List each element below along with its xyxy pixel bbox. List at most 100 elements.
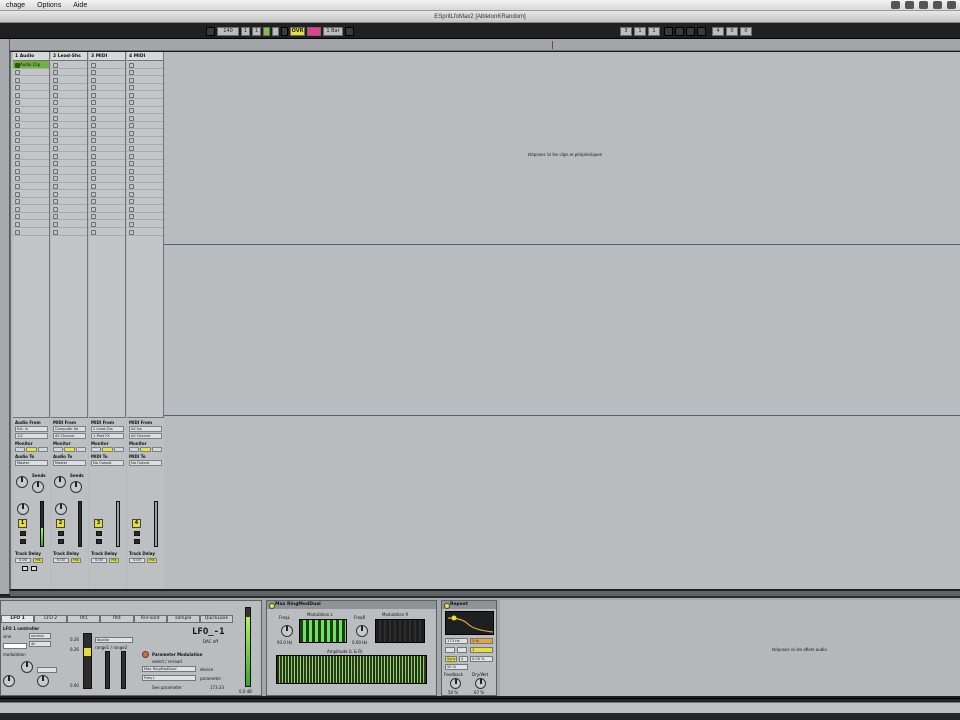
- clip-slot[interactable]: [127, 145, 163, 153]
- lfo-value-field[interactable]: [37, 667, 57, 673]
- clip-slot[interactable]: [13, 175, 49, 183]
- tab-lfo-1[interactable]: LFO 1: [1, 615, 35, 623]
- monitor-auto[interactable]: [26, 447, 37, 452]
- punch-in-icon[interactable]: [664, 27, 673, 36]
- clip-slot[interactable]: [127, 137, 163, 145]
- monitor-off[interactable]: [75, 447, 86, 452]
- param-mod-led[interactable]: [142, 651, 149, 658]
- clip-slot[interactable]: [89, 198, 125, 206]
- fader-handle[interactable]: [84, 648, 91, 656]
- clip-slot[interactable]: [51, 84, 87, 92]
- track-activator[interactable]: 4: [132, 519, 141, 528]
- input-channel-select[interactable]: All Channe: [129, 433, 162, 439]
- io-toggle-a[interactable]: [22, 566, 28, 571]
- lfo-phase-knob[interactable]: [37, 675, 49, 687]
- monitor-auto[interactable]: [102, 447, 113, 452]
- punch-out-icon[interactable]: [686, 27, 695, 36]
- clip-slot[interactable]: [127, 167, 163, 175]
- clip-slot[interactable]: [127, 183, 163, 191]
- monitor-off[interactable]: [151, 447, 162, 452]
- solo-button[interactable]: [134, 531, 140, 536]
- arm-button[interactable]: [20, 539, 26, 544]
- clip-slot[interactable]: [89, 84, 125, 92]
- clip-slot[interactable]: [51, 228, 87, 236]
- clip-slot[interactable]: [13, 213, 49, 221]
- monitor-off[interactable]: [37, 447, 48, 452]
- clip-slot[interactable]: [13, 167, 49, 175]
- clip-slot[interactable]: [89, 114, 125, 122]
- input-type-select[interactable]: Computer Ke: [53, 426, 86, 432]
- clip-slot[interactable]: [89, 76, 125, 84]
- solo-button[interactable]: [58, 531, 64, 536]
- metronome-icon[interactable]: [697, 27, 706, 36]
- monitor-auto[interactable]: [140, 447, 151, 452]
- clip-slot[interactable]: [89, 167, 125, 175]
- signature-denominator[interactable]: 1: [252, 27, 261, 36]
- clip-slot[interactable]: [51, 167, 87, 175]
- display-icon[interactable]: [891, 1, 900, 9]
- quantize-select[interactable]: 1 Bar: [323, 27, 343, 36]
- clip-slot[interactable]: [89, 107, 125, 115]
- track-delay-field[interactable]: 0.00: [53, 558, 69, 563]
- input-type-select[interactable]: Ext. In: [15, 426, 48, 432]
- arm-button[interactable]: [96, 539, 102, 544]
- clip-slot[interactable]: [127, 122, 163, 130]
- repeat-count-field[interactable]: 1: [470, 647, 493, 653]
- clip-slot[interactable]: [127, 190, 163, 198]
- tab-sample[interactable]: sample: [166, 615, 200, 623]
- tab-lfo-2[interactable]: LFO 2: [34, 615, 68, 623]
- record-icon[interactable]: [281, 27, 288, 36]
- clip-slot[interactable]: [13, 220, 49, 229]
- clip-slot[interactable]: [13, 107, 49, 115]
- clip-slot[interactable]: [89, 152, 125, 160]
- clip-slot[interactable]: [89, 228, 125, 236]
- automation-arm-button[interactable]: [307, 27, 321, 36]
- battery-icon[interactable]: [933, 1, 942, 9]
- menu-item-view[interactable]: chage: [6, 2, 25, 9]
- clip-slot[interactable]: [51, 190, 87, 198]
- tab-rt1[interactable]: Rt1: [67, 615, 101, 623]
- clip-slot[interactable]: [13, 99, 49, 107]
- clip-slot[interactable]: [127, 91, 163, 99]
- bluetooth-icon[interactable]: [905, 1, 914, 9]
- clip-slot[interactable]: [89, 220, 125, 229]
- send-a-knob[interactable]: [16, 476, 28, 488]
- clip-slot[interactable]: [51, 160, 87, 168]
- clip-slot[interactable]: [89, 183, 125, 191]
- loop-length-sixteenths[interactable]: 0: [740, 27, 752, 36]
- clip-slot[interactable]: [89, 137, 125, 145]
- loop-icon[interactable]: [675, 27, 684, 36]
- clip-slot[interactable]: [127, 114, 163, 122]
- play-icon[interactable]: [263, 27, 270, 36]
- clip-slot[interactable]: [89, 69, 125, 77]
- clip-slot[interactable]: [51, 137, 87, 145]
- repeat-small-a[interactable]: [445, 647, 455, 653]
- repeat-percent2-field[interactable]: 50 %: [445, 664, 468, 670]
- clip-slot[interactable]: [51, 129, 87, 137]
- clip-slot[interactable]: [89, 175, 125, 183]
- clip-slot[interactable]: [127, 220, 163, 229]
- track-delay-unit[interactable]: ms: [33, 558, 43, 563]
- lfo-offset-knob[interactable]: [3, 675, 15, 687]
- track-activator[interactable]: 1: [18, 519, 27, 528]
- clip-slot[interactable]: [127, 69, 163, 77]
- repeat-filter-display[interactable]: [445, 611, 494, 635]
- solo-button[interactable]: [20, 531, 26, 536]
- track-delay-field[interactable]: 0.00: [91, 558, 107, 563]
- freq-r-knob[interactable]: [356, 625, 368, 637]
- loop-length-bars[interactable]: 4: [712, 27, 724, 36]
- clip-slot[interactable]: [89, 91, 125, 99]
- clip-slot[interactable]: [51, 114, 87, 122]
- track-delay-unit[interactable]: ms: [109, 558, 119, 563]
- clip-slot[interactable]: [89, 61, 125, 69]
- output-select[interactable]: No Output: [129, 460, 162, 466]
- clip-slot[interactable]: [127, 84, 163, 92]
- lfo-range1-slider[interactable]: [105, 651, 110, 689]
- clip-slot[interactable]: [89, 99, 125, 107]
- lfo-mode-select[interactable]: normal: [29, 633, 51, 639]
- clip-slot[interactable]: [13, 91, 49, 99]
- clip-slot[interactable]: [51, 122, 87, 130]
- clip-slot[interactable]: [127, 61, 163, 69]
- clip-slot[interactable]: [13, 76, 49, 84]
- device-select[interactable]: Max RingModDual: [142, 666, 196, 672]
